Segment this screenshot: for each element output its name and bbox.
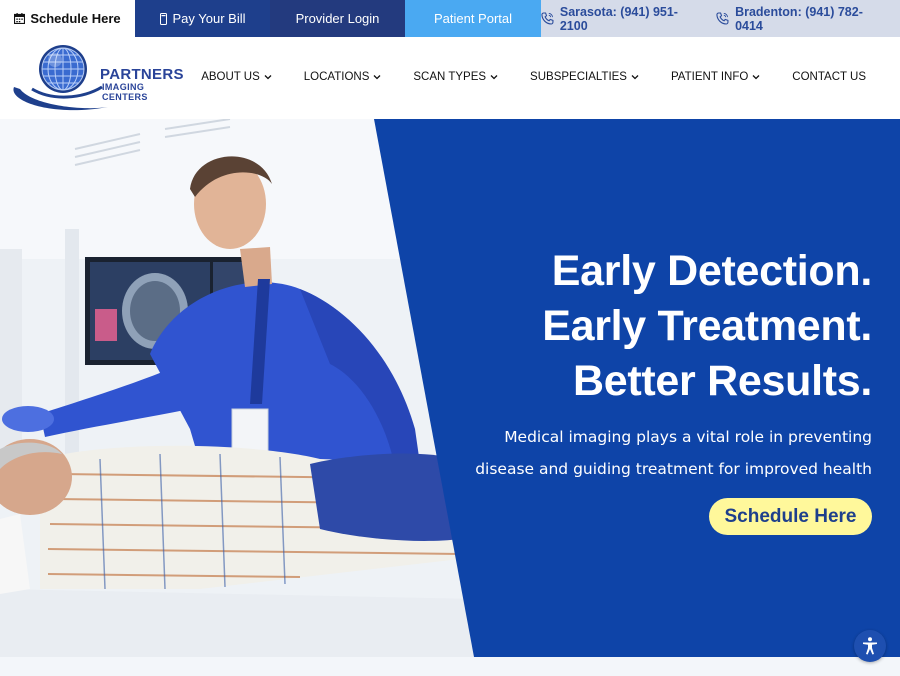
nav-contact-us-label: CONTACT US (792, 71, 866, 83)
partners-logo[interactable]: PARTNERS IMAGING CENTERS (12, 43, 192, 113)
hero-headline: Early Detection. Early Treatment. Better… (542, 244, 872, 409)
patient-portal-button[interactable]: Patient Portal (405, 0, 541, 37)
logo-text-imaging-centers: IMAGING CENTERS (102, 82, 148, 102)
top-schedule-button[interactable]: Schedule Here (0, 0, 135, 37)
section-divider (0, 657, 900, 676)
phone-bradenton-label: Bradenton: (941) 782-0414 (735, 4, 863, 33)
phone-icon (541, 12, 554, 25)
nav-about-us[interactable]: ABOUT US (201, 71, 272, 83)
provider-login-button[interactable]: Provider Login (270, 0, 405, 37)
top-bar: Schedule Here Pay Your Bill Provider Log… (0, 0, 900, 37)
pay-bill-label: Pay Your Bill (172, 11, 246, 26)
chevron-down-icon (264, 75, 272, 80)
nav-about-us-label: ABOUT US (201, 71, 260, 83)
hero-schedule-button[interactable]: Schedule Here (709, 498, 872, 535)
hero-subtitle: Medical imaging plays a vital role in pr… (475, 428, 872, 478)
logo-text-partners: PARTNERS (100, 66, 184, 83)
chevron-down-icon (490, 75, 498, 80)
chevron-down-icon (373, 75, 381, 80)
site-header: PARTNERS IMAGING CENTERS ABOUT US LOCATI… (0, 37, 900, 119)
nav-subspecialties[interactable]: SUBSPECIALTIES (530, 71, 639, 83)
phone-icon (716, 12, 729, 25)
chevron-down-icon (752, 75, 760, 80)
pay-bill-button[interactable]: Pay Your Bill (135, 0, 270, 37)
phone-numbers: Sarasota: (941) 951-2100 Bradenton: (941… (541, 0, 900, 37)
nav-scan-types-label: SCAN TYPES (413, 71, 487, 83)
accessibility-icon (863, 637, 877, 655)
nav-contact-us[interactable]: CONTACT US (792, 71, 866, 83)
phone-sarasota-label: Sarasota: (941) 951-2100 (559, 4, 678, 33)
nav-scan-types[interactable]: SCAN TYPES (413, 71, 498, 83)
card-icon (159, 12, 167, 25)
chevron-down-icon (631, 75, 639, 80)
calendar-icon (14, 13, 26, 24)
phone-bradenton[interactable]: Bradenton: (941) 782-0414 (716, 5, 889, 33)
nav-subspecialties-label: SUBSPECIALTIES (530, 71, 627, 83)
nav-locations[interactable]: LOCATIONS (304, 71, 382, 83)
patient-portal-label: Patient Portal (433, 11, 513, 26)
hero-headline-line-2: Early Treatment. (542, 302, 872, 350)
top-schedule-label: Schedule Here (30, 11, 121, 26)
phone-sarasota[interactable]: Sarasota: (941) 951-2100 (541, 5, 704, 33)
hero-headline-line-1: Early Detection. (551, 247, 873, 295)
provider-login-label: Provider Login (295, 11, 380, 26)
accessibility-button[interactable] (854, 630, 886, 662)
nav-locations-label: LOCATIONS (303, 71, 370, 83)
nav-patient-info[interactable]: PATIENT INFO (671, 71, 760, 83)
hero-headline-line-3: Better Results. (573, 357, 872, 405)
nav-patient-info-label: PATIENT INFO (670, 71, 749, 83)
main-nav: ABOUT US LOCATIONS SCAN TYPES SUBSPECIAL… (201, 71, 866, 83)
hero-banner: Early Detection. Early Treatment. Better… (0, 119, 900, 657)
